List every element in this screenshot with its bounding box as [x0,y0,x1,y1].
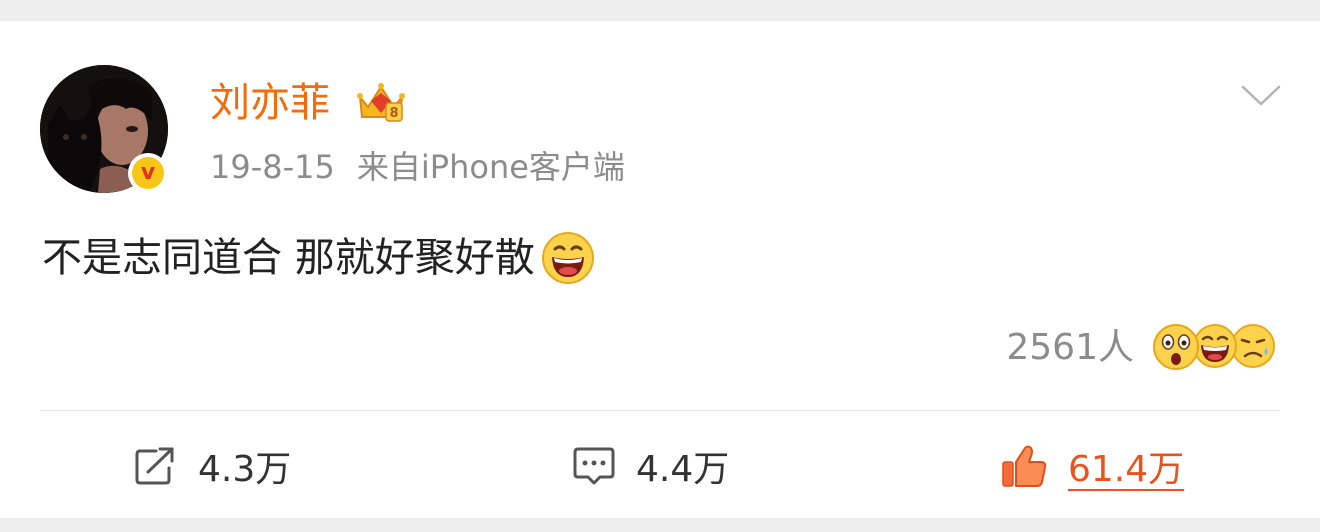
post-source: 来自iPhone客户端 [356,148,625,186]
comment-icon [572,445,616,487]
thumbs-up-icon [1000,444,1048,488]
verified-v-badge-icon: v [128,153,168,193]
reaction-emojis [1152,323,1276,373]
actions-divider [40,410,1280,411]
post-date: 19-8-15 [210,148,335,186]
svg-text:8: 8 [389,106,398,121]
laughing-emoji-icon [541,232,594,284]
reactions-summary[interactable]: 2561人 [1006,323,1276,373]
share-icon [134,446,178,486]
post-content: 不是志同道合 那就好聚好散 [42,231,595,285]
comment-count: 4.4万 [636,449,730,490]
comment-button[interactable]: 4.4万 [572,441,729,491]
surprised-emoji-icon [1153,324,1199,370]
like-button[interactable]: 61.4万 [1000,441,1184,491]
repost-button[interactable]: 4.3万 [134,441,291,491]
author-avatar[interactable]: v [40,65,168,193]
weibo-post-card: v 刘亦菲 8 19-8-15 来自iPhone客户端 不是志同道合 那就好聚好散 [0,21,1320,518]
post-meta: 19-8-15 来自iPhone客户端 [210,147,625,187]
reaction-count: 2561人 [1006,327,1134,368]
post-content-text: 不是志同道合 那就好聚好散 [42,235,535,281]
author-name[interactable]: 刘亦菲 [210,79,330,127]
repost-count: 4.3万 [198,449,292,490]
like-count: 61.4万 [1068,449,1185,490]
vip-crown-icon[interactable]: 8 [354,81,408,125]
chevron-down-icon[interactable] [1240,83,1282,109]
